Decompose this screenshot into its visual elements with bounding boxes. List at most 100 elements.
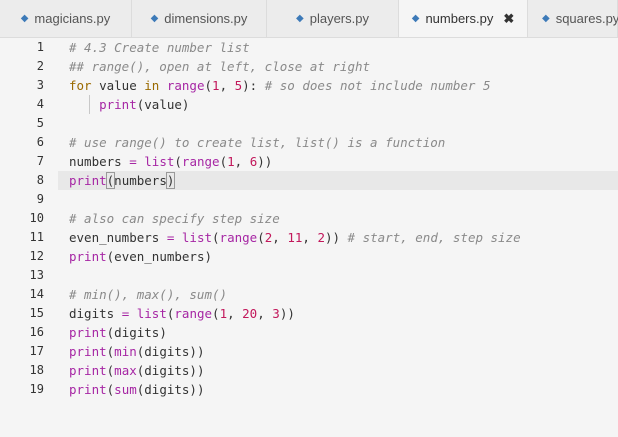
token: )) xyxy=(279,306,295,321)
token: )) xyxy=(324,230,348,245)
line-number: 17 xyxy=(29,344,44,358)
token: , xyxy=(272,230,288,245)
operator: = xyxy=(129,154,137,169)
comment: # so does not include number 5 xyxy=(264,78,491,93)
function-name: print xyxy=(69,382,107,397)
token: digits xyxy=(69,306,122,321)
code-line: print(min(digits)) xyxy=(69,342,618,361)
python-file-icon: ◆ xyxy=(542,13,550,24)
code-line: print(digits) xyxy=(69,323,618,342)
line-number: 3 xyxy=(36,78,44,92)
token: ( xyxy=(204,78,213,93)
code-line: numbers = list(range(1, 6)) xyxy=(69,152,618,171)
line-number: 13 xyxy=(29,268,44,282)
token: (value) xyxy=(136,97,190,112)
tab-label: dimensions.py xyxy=(164,11,248,26)
comment: # start, end, step size xyxy=(347,230,521,245)
function-name: range xyxy=(174,306,213,321)
number: 2 xyxy=(317,230,325,245)
python-file-icon: ◆ xyxy=(150,13,159,24)
tab-magicians[interactable]: ◆ magicians.py xyxy=(0,0,132,37)
number: 11 xyxy=(287,230,303,245)
token: , xyxy=(257,306,273,321)
function-name: range xyxy=(181,154,220,169)
line-number: 9 xyxy=(36,192,44,206)
function-name: print xyxy=(99,97,137,112)
function-name: sum xyxy=(114,382,137,397)
token: (digits) xyxy=(106,325,167,340)
token: ( xyxy=(174,154,182,169)
token: )) xyxy=(257,154,273,169)
indent-guide xyxy=(89,95,90,114)
tab-label: magicians.py xyxy=(34,11,111,26)
close-icon[interactable]: ✖ xyxy=(503,11,514,27)
number: 20 xyxy=(242,306,258,321)
code-line-current: print(numbers) xyxy=(58,171,618,190)
token: numbers xyxy=(114,173,167,188)
function-name: max xyxy=(114,363,137,378)
comment: # also can specify step size xyxy=(69,211,280,226)
number: 1 xyxy=(227,154,235,169)
line-number: 11 xyxy=(29,230,44,244)
token: (digits)) xyxy=(136,382,205,397)
code-editor[interactable]: 1 2 3 4 5 6 7 8 9 10 11 12 13 14 15 16 1… xyxy=(0,38,618,437)
tab-squares[interactable]: ◆ squares.py xyxy=(528,0,618,37)
function-name: print xyxy=(69,344,107,359)
line-number-gutter: 1 2 3 4 5 6 7 8 9 10 11 12 13 14 15 16 1… xyxy=(0,38,58,399)
function-name: print xyxy=(69,249,107,264)
tab-dimensions[interactable]: ◆ dimensions.py xyxy=(132,0,267,37)
token: numbers xyxy=(69,154,130,169)
token: , xyxy=(302,230,318,245)
token: value xyxy=(91,78,145,93)
code-line: # 4.3 Create number list xyxy=(69,38,618,57)
tab-numbers[interactable]: ◆ numbers.py ✖ xyxy=(399,0,528,37)
token: , xyxy=(234,154,250,169)
keyword: in xyxy=(144,78,160,93)
token: (even_numbers) xyxy=(106,249,212,264)
line-number: 18 xyxy=(29,363,44,377)
line-number: 5 xyxy=(36,116,44,130)
code-line: print(sum(digits)) xyxy=(69,380,618,399)
tab-players[interactable]: ◆ players.py xyxy=(267,0,399,37)
code-line: for value in range(1, 5): # so does not … xyxy=(69,76,618,95)
line-number: 12 xyxy=(29,249,44,263)
function-name: min xyxy=(114,344,137,359)
function-name: range xyxy=(219,230,258,245)
line-number: 6 xyxy=(36,135,44,149)
tab-label: numbers.py xyxy=(425,11,494,26)
line-number: 8 xyxy=(36,173,44,187)
tab-label: squares.py xyxy=(555,11,618,26)
code-line: print(even_numbers) xyxy=(69,247,618,266)
comment: # use range() to create list, list() is … xyxy=(69,135,446,150)
code-line: # also can specify step size xyxy=(69,209,618,228)
number: 1 xyxy=(219,306,228,321)
python-file-icon: ◆ xyxy=(411,13,420,24)
line-number: 10 xyxy=(29,211,44,225)
code-line: # use range() to create list, list() is … xyxy=(69,133,618,152)
tab-bar: ◆ magicians.py ◆ dimensions.py ◆ players… xyxy=(0,0,618,38)
line-number: 15 xyxy=(29,306,44,320)
function-name: print xyxy=(69,173,107,188)
function-name: list xyxy=(181,230,213,245)
token: , xyxy=(227,306,243,321)
comment: # 4.3 Create number list xyxy=(69,40,250,55)
python-file-icon: ◆ xyxy=(296,13,304,24)
token: ( xyxy=(212,230,220,245)
comment: ## range(), open at left, close at right xyxy=(69,59,371,74)
python-file-icon: ◆ xyxy=(20,13,29,24)
token: even_numbers xyxy=(69,230,167,245)
line-number: 16 xyxy=(29,325,44,339)
token: ): xyxy=(242,78,265,93)
code-line: ## range(), open at left, close at right xyxy=(69,57,618,76)
number: 1 xyxy=(212,78,220,93)
code-area[interactable]: # 4.3 Create number list ## range(), ope… xyxy=(58,38,618,399)
comment: # min(), max(), sum() xyxy=(69,287,228,302)
function-name: list xyxy=(144,154,175,169)
token: ( xyxy=(219,154,228,169)
function-name: list xyxy=(136,306,167,321)
line-number: 4 xyxy=(36,97,44,111)
